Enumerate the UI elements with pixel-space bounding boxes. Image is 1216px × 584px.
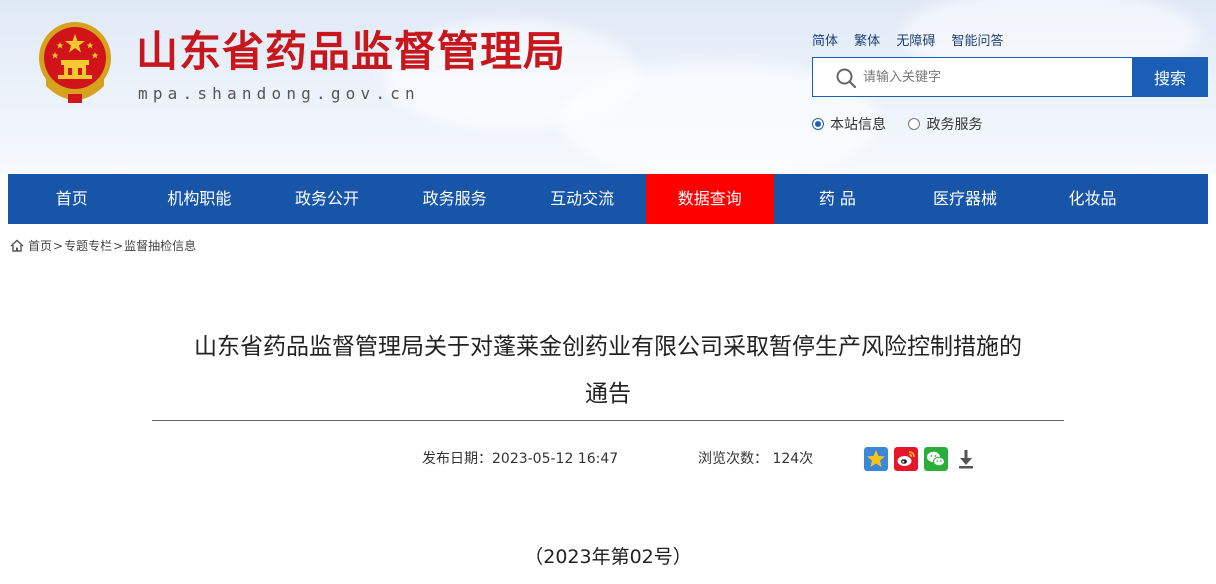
site-domain: mpa.shandong.gov.cn [138, 84, 420, 103]
article-title-line1: 山东省药品监督管理局关于对蓬莱金创药业有限公司采取暂停生产风险控制措施的 [194, 334, 1022, 360]
breadcrumb-separator: > [53, 238, 64, 253]
nav-item-cosmetics[interactable]: 化妆品 [1029, 174, 1157, 224]
nav-item-interaction[interactable]: 互动交流 [518, 174, 646, 224]
view-count: 浏览次数： 124次 [698, 448, 813, 468]
national-emblem-icon [39, 22, 111, 103]
favorite-star-icon[interactable] [864, 447, 888, 471]
nav-item-organization[interactable]: 机构职能 [136, 174, 264, 224]
weibo-icon[interactable] [894, 447, 918, 471]
search-icon [836, 68, 857, 89]
publish-date-value: 2023-05-12 16:47 [492, 451, 619, 467]
site-title: 山东省药品监督管理局 [136, 27, 567, 76]
article-title-line2: 通告 [585, 381, 631, 407]
breadcrumb-topics[interactable]: 专题专栏 [64, 237, 112, 254]
lang-traditional-link[interactable]: 繁体 [854, 34, 880, 49]
home-icon [10, 239, 24, 252]
search-box [812, 57, 1132, 97]
radio-unselected-icon [908, 118, 921, 130]
nav-item-home[interactable]: 首页 [8, 174, 136, 224]
title-divider [152, 420, 1064, 421]
view-count-label: 浏览次数： [698, 451, 768, 467]
view-count-value: 124次 [772, 451, 814, 467]
breadcrumb-current[interactable]: 监督抽检信息 [124, 237, 196, 254]
nav-item-medical-devices[interactable]: 医疗器械 [901, 174, 1029, 224]
article-title: 山东省药品监督管理局关于对蓬莱金创药业有限公司采取暂停生产风险控制措施的 通告 [152, 324, 1064, 418]
search-input[interactable] [863, 58, 1123, 96]
scope-site-radio[interactable]: 本站信息 [812, 114, 886, 134]
nav-item-gov-services[interactable]: 政务服务 [391, 174, 519, 224]
radio-selected-icon [812, 118, 824, 130]
top-links: 简体 繁体 无障碍 智能问答 [812, 30, 1015, 49]
search-button[interactable]: 搜索 [1132, 57, 1208, 97]
breadcrumb-separator: > [113, 238, 124, 253]
breadcrumb: 首页 > 专题专栏 > 监督抽检信息 [10, 237, 196, 254]
document-number: （2023年第02号） [524, 546, 692, 568]
publish-date: 发布日期：2023-05-12 16:47 [422, 448, 618, 468]
scope-site-label: 本站信息 [830, 117, 886, 133]
lang-simplified-link[interactable]: 简体 [812, 34, 838, 49]
nav-item-data-query[interactable]: 数据查询 [645, 174, 774, 224]
nav-item-public-affairs[interactable]: 政务公开 [263, 174, 391, 224]
publish-date-label: 发布日期： [422, 451, 492, 467]
download-icon[interactable] [954, 447, 978, 471]
scope-service-label: 政务服务 [926, 117, 983, 133]
search-scope: 本站信息 政务服务 [812, 114, 1000, 134]
smart-qa-link[interactable]: 智能问答 [951, 34, 1003, 49]
main-nav: 首页 机构职能 政务公开 政务服务 互动交流 数据查询 药 品 医疗器械 化妆品 [8, 174, 1208, 224]
accessibility-link[interactable]: 无障碍 [896, 34, 935, 49]
share-toolbar [864, 447, 984, 471]
breadcrumb-home[interactable]: 首页 [28, 237, 52, 254]
scope-service-radio[interactable]: 政务服务 [908, 114, 982, 134]
wechat-icon[interactable] [924, 447, 948, 471]
nav-item-drugs[interactable]: 药 品 [774, 174, 902, 224]
